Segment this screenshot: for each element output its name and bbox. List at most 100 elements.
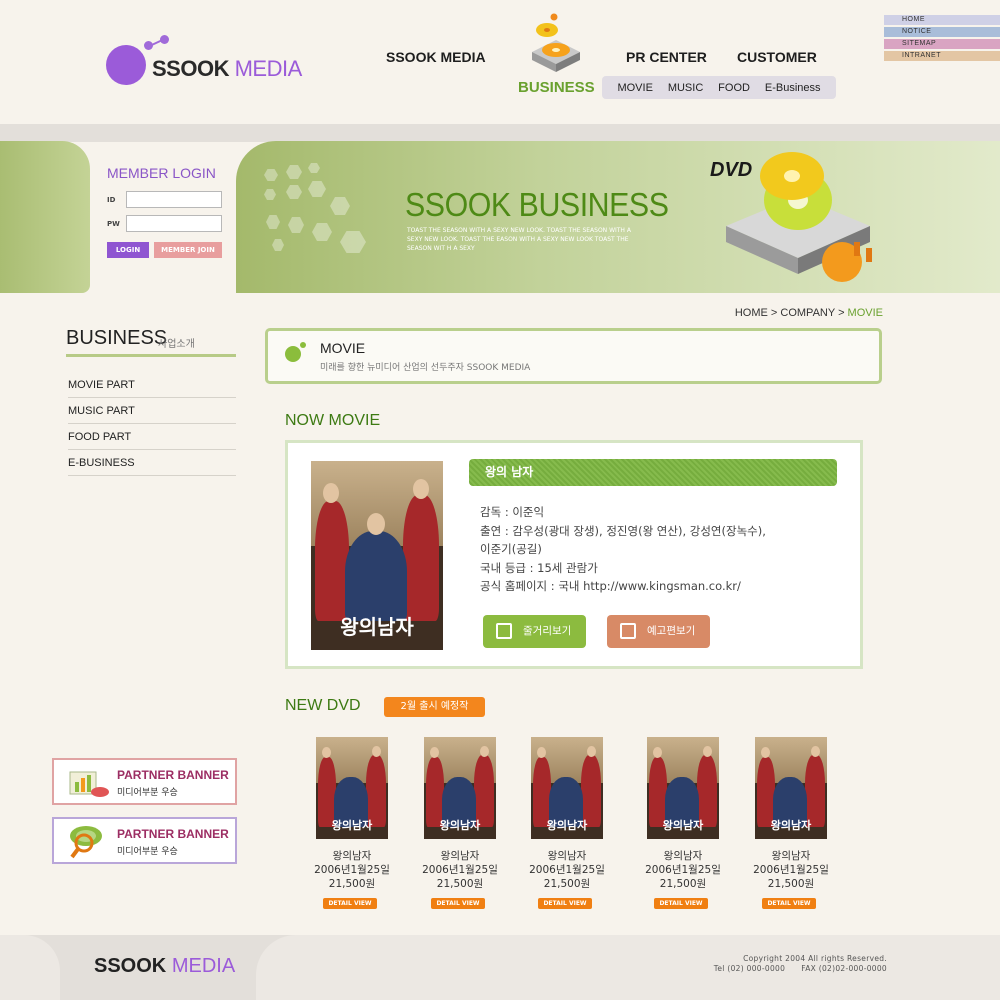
dvd-caption: 왕의남자 2006년1월25일 21,500원 xyxy=(404,849,516,891)
footer-logo-bold: SSOOK xyxy=(94,955,167,977)
dvd-title: 왕의남자 xyxy=(332,850,372,862)
movie-website: 공식 홈페이지 : 국내 http://www.kingsman.co.kr/ xyxy=(480,579,741,593)
member-join-button[interactable]: MEMBER JOIN xyxy=(154,242,222,258)
footer-logo: SSOOK MEDIA xyxy=(94,955,235,978)
submenu-music[interactable]: MUSIC xyxy=(668,82,703,94)
id-input[interactable] xyxy=(126,191,222,208)
banner-title: PARTNER BANNER xyxy=(117,768,229,782)
dvd-caption: 왕의남자 2006년1월25일 21,500원 xyxy=(296,849,408,891)
document-icon xyxy=(496,623,512,639)
dvd-date: 2006년1월25일 xyxy=(645,864,721,876)
sidebar-divider xyxy=(66,354,236,357)
dvd-poster-title: 왕의남자 xyxy=(662,819,704,832)
dvd-price: 21,500원 xyxy=(436,878,484,890)
submenu-ebusiness[interactable]: E-Business xyxy=(765,82,821,94)
visual-left-panel xyxy=(0,141,90,293)
poster-title: 왕의남자 xyxy=(340,615,414,639)
dvd-poster[interactable]: 왕의남자 xyxy=(755,737,827,839)
dvd-poster-title: 왕의남자 xyxy=(331,819,373,832)
login-button[interactable]: LOGIN xyxy=(107,242,149,258)
sidebar-item-food-part[interactable]: FOOD PART xyxy=(68,424,236,450)
magnifier-icon xyxy=(70,826,102,859)
trailer-button-label: 예고편보기 xyxy=(647,625,696,637)
gnb-customer[interactable]: CUSTOMER xyxy=(737,49,817,65)
breadcrumb-home[interactable]: HOME xyxy=(735,307,768,319)
sidebar-item-movie-part[interactable]: MOVIE PART xyxy=(68,372,236,398)
util-sitemap-link[interactable]: SITEMAP xyxy=(884,39,1000,49)
dvd-item: 왕의남자 왕의남자 2006년1월25일 21,500원 DETAIL VIEW xyxy=(645,737,721,909)
dvd-caption: 왕의남자 2006년1월25일 21,500원 xyxy=(511,849,623,891)
dvd-price: 21,500원 xyxy=(767,878,815,890)
site-logo[interactable]: SSOOK MEDIA xyxy=(152,56,302,82)
visual-top-strip xyxy=(0,124,1000,142)
dvd-poster[interactable]: 왕의남자 xyxy=(647,737,719,839)
dvd-poster[interactable]: 왕의남자 xyxy=(316,737,388,839)
pw-label: PW xyxy=(107,220,120,228)
page-title: MOVIE xyxy=(320,340,366,356)
dvd-item: 왕의남자 왕의남자 2006년1월25일 21,500원 DETAIL VIEW xyxy=(314,737,390,909)
util-notice-link[interactable]: NOTICE xyxy=(884,27,1000,37)
dvd-poster-title: 왕의남자 xyxy=(546,819,588,832)
visual-description: TOAST THE SEASON WITH A SEXY NEW LOOK. T… xyxy=(407,227,631,252)
new-dvd-title: NEW DVD xyxy=(285,697,361,714)
sidebar-item-music-part[interactable]: MUSIC PART xyxy=(68,398,236,424)
chart-icon xyxy=(69,771,109,797)
chevron-right-icon: > xyxy=(770,307,781,319)
visual-title: SSOOK BUSINESS xyxy=(405,186,669,223)
dvd-caption: 왕의남자 2006년1월25일 21,500원 xyxy=(627,849,739,891)
detail-view-button[interactable]: DETAIL VIEW xyxy=(762,898,816,909)
dvd-poster[interactable]: 왕의남자 xyxy=(531,737,603,839)
movie-poster[interactable]: 왕의남자 xyxy=(311,461,443,650)
dvd-title: 왕의남자 xyxy=(771,850,811,862)
detail-view-button[interactable]: DETAIL VIEW xyxy=(538,898,592,909)
trailer-button[interactable]: 예고편보기 xyxy=(607,615,710,648)
detail-view-button[interactable]: DETAIL VIEW xyxy=(654,898,708,909)
logo-light-text: MEDIA xyxy=(234,56,303,81)
util-home-link[interactable]: HOME xyxy=(884,15,1000,25)
id-label: ID xyxy=(107,196,116,204)
member-login-title: MEMBER LOGIN xyxy=(107,165,216,181)
gnb-pr-center[interactable]: PR CENTER xyxy=(626,49,707,65)
gnb-business[interactable]: BUSINESS xyxy=(518,79,595,96)
util-intranet-link[interactable]: INTRANET xyxy=(884,51,1000,61)
dvd-poster[interactable]: 왕의남자 xyxy=(424,737,496,839)
footer-copyright: Copyright 2004 All rights Reserved. Tel … xyxy=(714,954,887,974)
dvd-price: 21,500원 xyxy=(659,878,707,890)
partner-banner[interactable]: PARTNER BANNER 미디어부분 우승 xyxy=(52,758,237,805)
contact-text: Tel (02) 000-0000 FAX (02)02-000-0000 xyxy=(713,964,887,973)
bullet-dot-icon xyxy=(300,342,306,348)
dvd-poster-title: 왕의남자 xyxy=(439,819,481,832)
sidebar-subtitle: 사업소개 xyxy=(158,339,195,350)
submenu-food[interactable]: FOOD xyxy=(718,82,750,94)
sidebar-item-e-business[interactable]: E-BUSINESS xyxy=(68,450,236,476)
chevron-right-icon: > xyxy=(838,307,848,319)
pw-input[interactable] xyxy=(126,215,222,232)
breadcrumb-company[interactable]: COMPANY xyxy=(780,307,835,319)
banner-subtitle: 미디어부분 우승 xyxy=(117,847,178,857)
banner-subtitle: 미디어부분 우승 xyxy=(117,788,178,798)
logo-bold-text: SSOOK xyxy=(152,56,229,81)
bullet-circle-icon xyxy=(285,346,301,362)
movie-director: 감독 : 이준익 xyxy=(480,505,545,519)
page-header-box xyxy=(265,328,882,384)
submenu-movie[interactable]: MOVIE xyxy=(617,82,652,94)
detail-view-button[interactable]: DETAIL VIEW xyxy=(431,898,485,909)
movie-info: 감독 : 이준익 출연 : 감우성(광대 장생), 정진영(왕 연산), 강성연… xyxy=(480,503,830,596)
footer-right-panel xyxy=(256,935,1000,1000)
dvd-date: 2006년1월25일 xyxy=(529,864,605,876)
story-button[interactable]: 줄거리보기 xyxy=(483,615,586,648)
logo-circle-icon xyxy=(106,45,146,85)
dvd-title: 왕의남자 xyxy=(547,850,587,862)
dvd-label: DVD xyxy=(710,159,752,181)
breadcrumb-current: MOVIE xyxy=(847,307,883,319)
disc-box-icon xyxy=(532,13,580,72)
movie-cast: 출연 : 감우성(광대 장생), 정진영(왕 연산), 강성연(장녹수), xyxy=(480,523,766,538)
partner-banner[interactable]: PARTNER BANNER 미디어부분 우승 xyxy=(52,817,237,864)
dvd-poster-title: 왕의남자 xyxy=(770,819,812,832)
gnb-ssook-media[interactable]: SSOOK MEDIA xyxy=(386,49,486,65)
dvd-item: 왕의남자 왕의남자 2006년1월25일 21,500원 DETAIL VIEW xyxy=(529,737,605,909)
dvd-caption: 왕의남자 2006년1월25일 21,500원 xyxy=(735,849,847,891)
logo-dot-icon xyxy=(144,41,153,50)
detail-view-button[interactable]: DETAIL VIEW xyxy=(323,898,377,909)
business-submenu: MOVIE MUSIC FOOD E-Business xyxy=(602,76,836,99)
